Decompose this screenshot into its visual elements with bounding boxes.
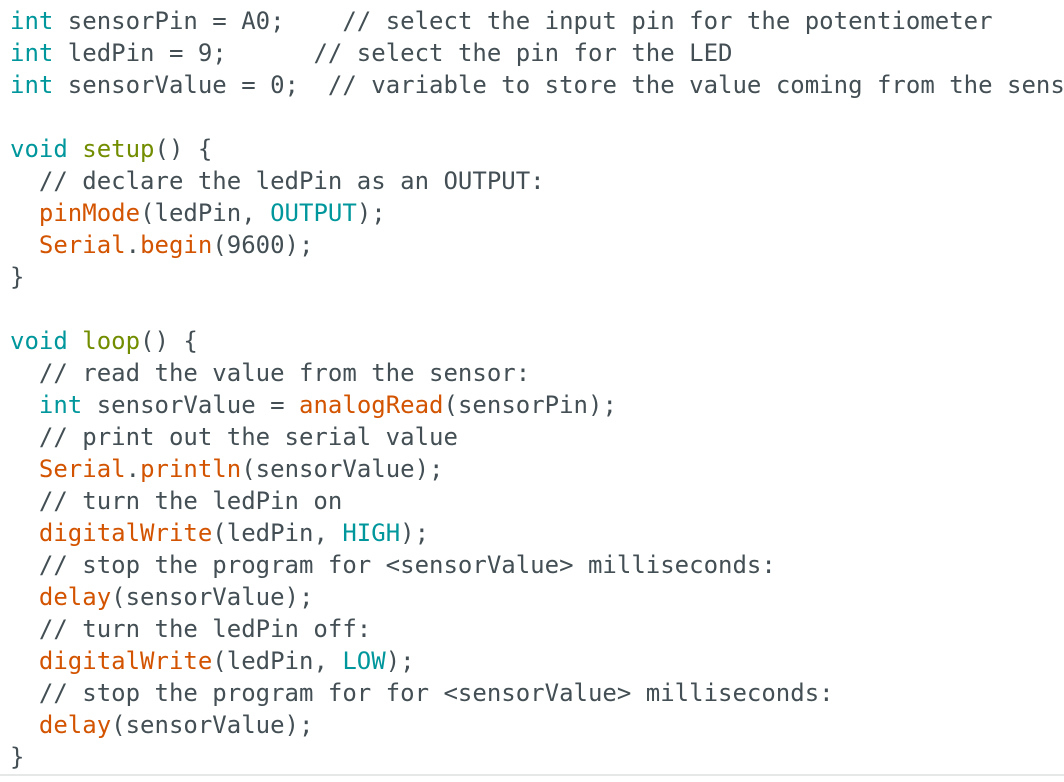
code-token-func: pinMode	[38, 199, 141, 227]
code-token-comment: // variable to store the value coming fr…	[327, 71, 1064, 99]
code-token-const: LOW	[342, 647, 386, 675]
code-token-func: begin	[140, 231, 213, 259]
code-line[interactable]: void loop() {	[10, 325, 1064, 357]
code-line[interactable]: int sensorPin = A0; // select the input …	[10, 5, 1064, 37]
code-line[interactable]: // declare the ledPin as an OUTPUT:	[10, 165, 1064, 197]
code-line[interactable]: int sensorValue = 0; // variable to stor…	[10, 69, 1064, 101]
code-token-func: analogRead	[299, 391, 444, 419]
code-line[interactable]: Serial.println(sensorValue);	[10, 453, 1064, 485]
code-token-struct: setup	[82, 135, 155, 163]
code-line[interactable]: ​	[10, 293, 1064, 325]
code-line[interactable]: delay(sensorValue);	[10, 581, 1064, 613]
code-token-plain: );	[400, 519, 430, 547]
code-token-func: delay	[38, 583, 112, 611]
code-token-type: int	[10, 39, 54, 67]
code-token-plain: (sensorValue);	[111, 711, 314, 739]
code-line[interactable]: // turn the ledPin off:	[10, 613, 1064, 645]
code-token-func: digitalWrite	[38, 519, 213, 547]
code-token-type: void	[10, 135, 68, 163]
code-line[interactable]: int ledPin = 9; // select the pin for th…	[10, 37, 1064, 69]
code-token-comment: // read the value from the sensor:	[10, 359, 531, 387]
code-line[interactable]: digitalWrite(ledPin, HIGH);	[10, 517, 1064, 549]
code-token-plain: sensorValue =	[82, 391, 300, 419]
code-token-plain: }	[10, 263, 25, 291]
code-token-comment: // select the input pin for the potentio…	[342, 7, 993, 35]
code-token-func: Serial	[38, 231, 126, 259]
code-token-type: int	[38, 391, 83, 419]
code-token-plain: );	[356, 199, 386, 227]
code-line[interactable]: digitalWrite(ledPin, LOW);	[10, 645, 1064, 677]
code-line[interactable]: Serial.begin(9600);	[10, 229, 1064, 261]
code-token-const: HIGH	[342, 519, 401, 547]
editor-bottom-divider	[0, 774, 1064, 776]
code-token-plain: (ledPin,	[212, 519, 343, 547]
code-token-func: Serial	[38, 455, 126, 483]
code-token-plain: (sensorValue);	[241, 455, 444, 483]
code-line[interactable]: int sensorValue = analogRead(sensorPin);	[10, 389, 1064, 421]
code-token-func: delay	[38, 711, 112, 739]
code-token-comment: // declare the ledPin as an OUTPUT:	[10, 167, 545, 195]
code-token-plain: .	[125, 455, 141, 483]
code-line[interactable]: // read the value from the sensor:	[10, 357, 1064, 389]
code-token-func: println	[140, 455, 242, 483]
code-token-plain: sensorPin = A0;	[53, 7, 343, 35]
code-token-plain: sensorValue = 0;	[53, 71, 328, 99]
code-token-const: OUTPUT	[270, 199, 357, 227]
code-token-plain: .	[125, 231, 141, 259]
code-token-comment: // print out the serial value	[10, 423, 458, 451]
code-token-comment: // select the pin for the LED	[313, 39, 733, 67]
code-line[interactable]: // print out the serial value	[10, 421, 1064, 453]
code-token-plain: () {	[140, 327, 198, 355]
code-token-plain: (ledPin,	[140, 199, 271, 227]
code-token-func: digitalWrite	[38, 647, 213, 675]
code-token-plain: ledPin = 9;	[53, 39, 314, 67]
code-token-type: int	[10, 7, 54, 35]
code-token-comment: // turn the ledPin on	[10, 487, 343, 515]
code-line[interactable]: // stop the program for <sensorValue> mi…	[10, 549, 1064, 581]
code-token-plain: (ledPin,	[212, 647, 343, 675]
code-line[interactable]: // stop the program for for <sensorValue…	[10, 677, 1064, 709]
code-line[interactable]: }	[10, 261, 1064, 293]
code-token-plain: (9600);	[212, 231, 314, 259]
code-token-struct: loop	[82, 327, 141, 355]
code-token-comment: // stop the program for for <sensorValue…	[10, 679, 834, 707]
code-line[interactable]: // turn the ledPin on	[10, 485, 1064, 517]
code-token-plain: }	[10, 743, 25, 771]
code-token-plain: () {	[154, 135, 213, 163]
code-token-comment: // stop the program for <sensorValue> mi…	[10, 551, 776, 579]
code-token-plain: (sensorPin);	[443, 391, 617, 419]
code-editor[interactable]: int sensorPin = A0; // select the input …	[0, 0, 1064, 774]
code-token-comment: // turn the ledPin off:	[10, 615, 372, 643]
code-token-type: void	[10, 327, 68, 355]
code-token-plain: (sensorValue);	[111, 583, 314, 611]
code-line[interactable]: delay(sensorValue);	[10, 709, 1064, 741]
code-line[interactable]: pinMode(ledPin, OUTPUT);	[10, 197, 1064, 229]
code-token-type: int	[10, 71, 54, 99]
code-text-area[interactable]: int sensorPin = A0; // select the input …	[10, 5, 1064, 773]
code-line[interactable]: void setup() {	[10, 133, 1064, 165]
code-line[interactable]: }	[10, 741, 1064, 773]
code-line[interactable]: ​	[10, 101, 1064, 133]
code-token-plain: );	[385, 647, 415, 675]
